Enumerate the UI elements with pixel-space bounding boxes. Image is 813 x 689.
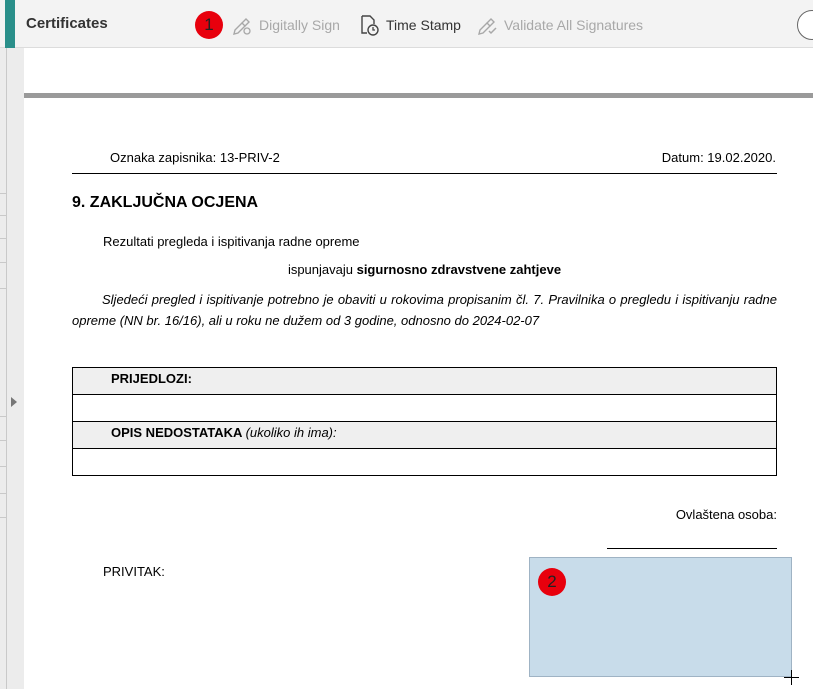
certificates-toolbar: Certificates 1 Digitally Sign Time Stamp xyxy=(0,0,813,48)
defects-note: (ukoliko ih ima): xyxy=(245,425,337,440)
time-stamp-icon xyxy=(358,14,380,36)
validate-all-label: Validate All Signatures xyxy=(504,17,644,33)
gutter-tick xyxy=(0,262,7,263)
gutter-divider xyxy=(6,48,7,689)
signatory-label: Ovlaštena osoba: xyxy=(675,507,777,522)
defects-header: OPIS NEDOSTATAKA (ukoliko ih ima): xyxy=(72,421,777,449)
next-inspection-paragraph: Sljedeći pregled i ispitivanje potrebno … xyxy=(72,292,777,328)
left-panel-gutter xyxy=(0,48,24,689)
remarks-table: PRIJEDLOZI: OPIS NEDOSTATAKA (ukoliko ih… xyxy=(72,367,777,476)
gutter-tick xyxy=(0,517,7,518)
gutter-tick xyxy=(0,440,7,441)
page-top-rule xyxy=(24,93,813,98)
time-stamp-label: Time Stamp xyxy=(386,17,461,33)
step-badge-1: 1 xyxy=(195,11,223,39)
suggestions-cell xyxy=(72,394,777,422)
time-stamp-button[interactable]: Time Stamp xyxy=(358,14,461,36)
crosshair-cursor-icon xyxy=(784,670,799,685)
gutter-tick xyxy=(0,238,7,239)
validate-signature-icon xyxy=(476,14,498,36)
record-label: Oznaka zapisnika: 13-PRIV-2 xyxy=(110,150,280,165)
compliance-prefix: ispunjavaju xyxy=(287,262,357,277)
gutter-tick xyxy=(0,466,7,467)
defects-cell xyxy=(72,448,777,476)
digitally-sign-button[interactable]: Digitally Sign xyxy=(231,14,340,36)
section-title: 9. ZAKLJUČNA OCJENA xyxy=(72,194,259,211)
round-toolbar-button[interactable] xyxy=(797,10,813,40)
suggestions-header: PRIJEDLOZI: xyxy=(72,367,777,395)
results-line: Rezultati pregleda i ispitivanja radne o… xyxy=(103,234,360,249)
validate-all-signatures-button[interactable]: Validate All Signatures xyxy=(476,14,643,36)
header-divider xyxy=(72,173,777,174)
gutter-tick xyxy=(0,215,7,216)
gutter-tick xyxy=(0,493,7,494)
pen-sign-icon xyxy=(231,14,253,36)
expand-panel-arrow-icon[interactable] xyxy=(11,397,17,407)
toolbar-accent-bar xyxy=(5,0,15,48)
compliance-line: ispunjavaju sigurnosno zdravstvene zahtj… xyxy=(72,262,777,277)
attachment-label: PRIVITAK: xyxy=(103,564,165,579)
step-badge-2: 2 xyxy=(538,568,566,596)
defects-label: OPIS NEDOSTATAKA xyxy=(111,425,242,440)
signature-field-area[interactable] xyxy=(529,557,792,677)
gutter-tick xyxy=(0,288,7,289)
compliance-bold: sigurnosno zdravstvene zahtjeve xyxy=(356,262,562,277)
digitally-sign-label: Digitally Sign xyxy=(259,17,340,33)
gutter-tick xyxy=(0,416,7,417)
signature-line xyxy=(607,548,777,549)
date-label: Datum: 19.02.2020. xyxy=(661,150,776,165)
gutter-tick xyxy=(0,193,7,194)
toolbar-title: Certificates xyxy=(26,15,108,32)
